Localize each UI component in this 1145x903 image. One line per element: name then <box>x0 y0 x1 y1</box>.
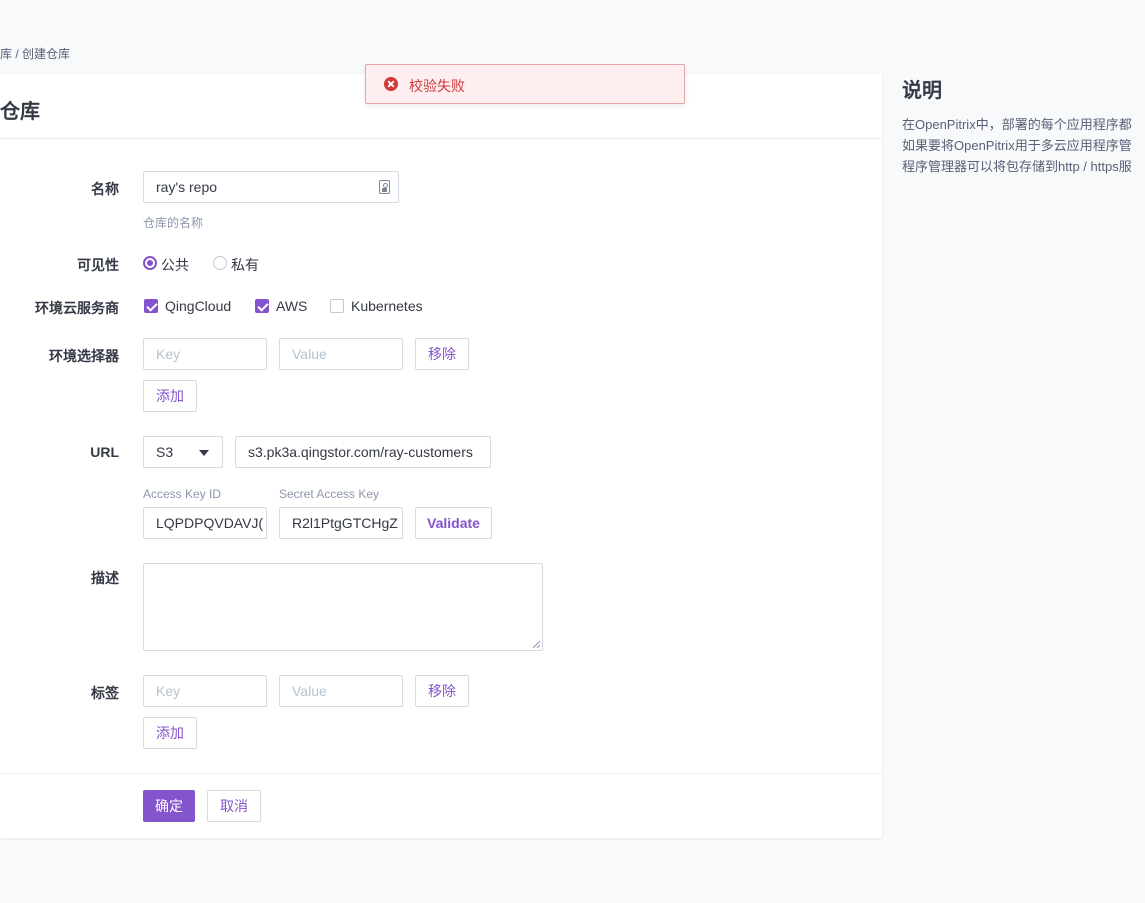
footer-divider <box>0 773 882 774</box>
url-label: URL <box>90 444 119 460</box>
card-title: 仓库 <box>0 101 40 123</box>
name-value: ray's repo <box>156 179 218 195</box>
labels-remove-button[interactable]: 移除 <box>415 675 469 707</box>
provider-kubernetes-checkbox[interactable] <box>330 299 344 313</box>
labels-add-button[interactable]: 添加 <box>143 717 197 749</box>
selector-label: 环境选择器 <box>49 348 119 364</box>
aside-description: 在OpenPitrix中，部署的每个应用程序都 如果要将OpenPitrix用于… <box>902 114 1145 177</box>
visibility-label: 可见性 <box>77 257 119 273</box>
url-protocol-select[interactable]: S3 <box>143 436 223 468</box>
resize-grip-icon[interactable] <box>532 640 540 648</box>
create-repo-card: 仓库 名称 ray's repo 仓库的名称 可见性 公共 私有 环境云服务商 … <box>0 74 882 838</box>
visibility-private-radio[interactable] <box>213 256 227 270</box>
selector-key-input[interactable]: Key <box>143 338 267 370</box>
name-hint: 仓库的名称 <box>143 216 204 230</box>
error-toast: 校验失败 <box>365 64 685 104</box>
aside-title: 说明 <box>902 80 942 102</box>
provider-qingcloud-label[interactable]: QingCloud <box>165 298 231 314</box>
confirm-button[interactable]: 确定 <box>143 790 195 822</box>
cancel-button[interactable]: 取消 <box>207 790 261 822</box>
provider-aws-checkbox[interactable] <box>255 299 269 313</box>
secret-key-label: Secret Access Key <box>279 487 380 501</box>
labels-value-input[interactable]: Value <box>279 675 403 707</box>
visibility-private-label[interactable]: 私有 <box>231 255 259 275</box>
validate-button[interactable]: Validate <box>415 507 492 539</box>
visibility-public-radio[interactable] <box>143 256 157 270</box>
url-protocol-value: S3 <box>156 444 174 460</box>
selector-add-button[interactable]: 添加 <box>143 380 197 412</box>
aside-line: 在OpenPitrix中，部署的每个应用程序都 <box>902 117 1132 132</box>
name-label: 名称 <box>91 181 119 197</box>
provider-qingcloud-checkbox[interactable] <box>144 299 158 313</box>
url-input[interactable]: s3.pk3a.qingstor.com/ray-customers <box>235 436 491 468</box>
access-key-input[interactable]: LQPDPQVDAVJ( <box>143 507 267 539</box>
name-input[interactable]: ray's repo <box>143 171 399 203</box>
provider-aws-label[interactable]: AWS <box>276 298 307 314</box>
toast-message: 校验失败 <box>409 78 465 94</box>
secret-key-input[interactable]: R2l1PtgGTCHgZ <box>279 507 403 539</box>
aside-line: 如果要将OpenPitrix用于多云应用程序管 <box>902 138 1132 153</box>
selector-value-input[interactable]: Value <box>279 338 403 370</box>
breadcrumb: 库 / 创建仓库 <box>0 47 71 61</box>
labels-key-input[interactable]: Key <box>143 675 267 707</box>
divider <box>0 138 882 139</box>
aside-line: 程序管理器可以将包存储到http / https服 <box>902 159 1132 174</box>
description-textarea[interactable] <box>143 563 543 651</box>
error-icon <box>384 77 398 91</box>
labels-label: 标签 <box>91 685 119 701</box>
access-key-label: Access Key ID <box>143 487 222 501</box>
password-manager-icon[interactable] <box>379 180 390 194</box>
chevron-down-icon <box>199 450 209 456</box>
visibility-public-label[interactable]: 公共 <box>161 255 189 275</box>
provider-kubernetes-label[interactable]: Kubernetes <box>351 298 423 314</box>
providers-label: 环境云服务商 <box>35 300 119 316</box>
selector-remove-button[interactable]: 移除 <box>415 338 469 370</box>
description-label: 描述 <box>91 570 119 586</box>
